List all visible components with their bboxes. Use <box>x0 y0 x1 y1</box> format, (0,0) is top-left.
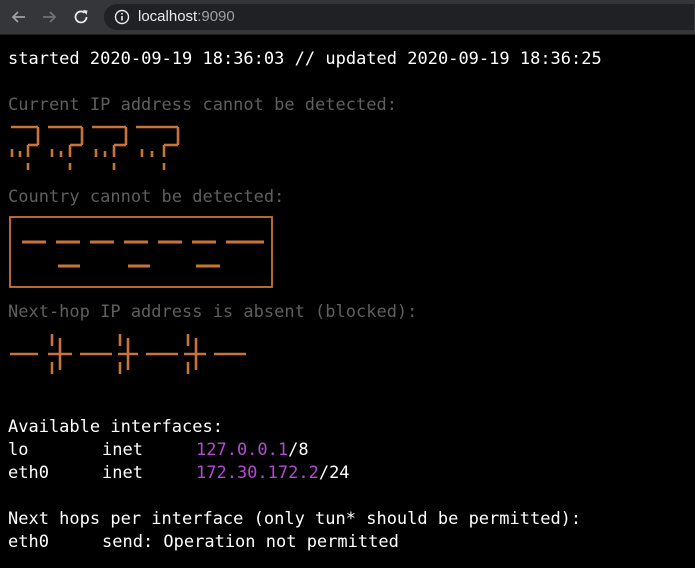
next-hops-heading: Next hops per interface (only tun* shoul… <box>8 509 582 529</box>
reload-button[interactable] <box>70 6 92 28</box>
nexthop-section-heading: Next-hop IP address is absent (blocked): <box>8 302 418 322</box>
interface-row: eth0 inet 172.30.172.2/24 <box>8 463 350 483</box>
unknown-ip-art <box>10 125 180 170</box>
country-section-heading: Country cannot be detected: <box>8 187 285 207</box>
updated-label: updated <box>325 49 398 69</box>
interface-family: inet <box>102 463 143 483</box>
status-line: started 2020-09-19 18:36:03 // updated 2… <box>8 49 602 69</box>
interface-address: 172.30.172.2 <box>196 463 319 483</box>
url-text: localhost:9090 <box>138 8 235 26</box>
address-bar[interactable]: localhost:9090 <box>104 4 694 30</box>
blocked-nexthop-art <box>10 334 246 374</box>
url-port: :9090 <box>197 8 235 25</box>
unknown-country-art <box>9 216 273 288</box>
next-hop-interface: eth0 <box>8 532 49 552</box>
ip-section-heading: Current IP address cannot be detected: <box>8 95 397 115</box>
interface-address: 127.0.0.1 <box>196 440 289 460</box>
question-glyphs <box>10 125 180 170</box>
reload-icon <box>74 10 88 24</box>
interfaces-heading: Available interfaces: <box>8 417 223 437</box>
arrow-left-icon <box>11 11 25 23</box>
page-content: started 2020-09-19 18:36:03 // updated 2… <box>0 35 695 568</box>
status-separator: // <box>294 49 316 69</box>
interface-prefix: /24 <box>318 463 350 483</box>
country-dashes <box>22 240 264 268</box>
interface-name: eth0 <box>8 463 49 483</box>
interface-row: lo inet 127.0.0.1/8 <box>8 440 309 460</box>
updated-timestamp: 2020-09-19 18:36:25 <box>407 49 602 69</box>
started-label: started <box>8 49 80 69</box>
interface-name: lo <box>8 440 29 460</box>
interface-prefix: /8 <box>288 440 309 460</box>
nexthop-glyphs <box>10 334 246 374</box>
started-timestamp: 2020-09-19 18:36:03 <box>89 49 285 69</box>
url-host: localhost <box>138 8 198 25</box>
forward-button[interactable] <box>38 6 60 28</box>
interface-family: inet <box>102 440 143 460</box>
country-box <box>9 216 273 288</box>
browser-toolbar: localhost:9090 <box>0 0 695 35</box>
back-button[interactable] <box>8 6 30 28</box>
next-hop-row: eth0 send: Operation not permitted <box>8 532 399 552</box>
arrow-right-icon <box>43 11 57 23</box>
next-hop-message: send: Operation not permitted <box>102 532 399 552</box>
info-icon[interactable] <box>114 9 130 25</box>
